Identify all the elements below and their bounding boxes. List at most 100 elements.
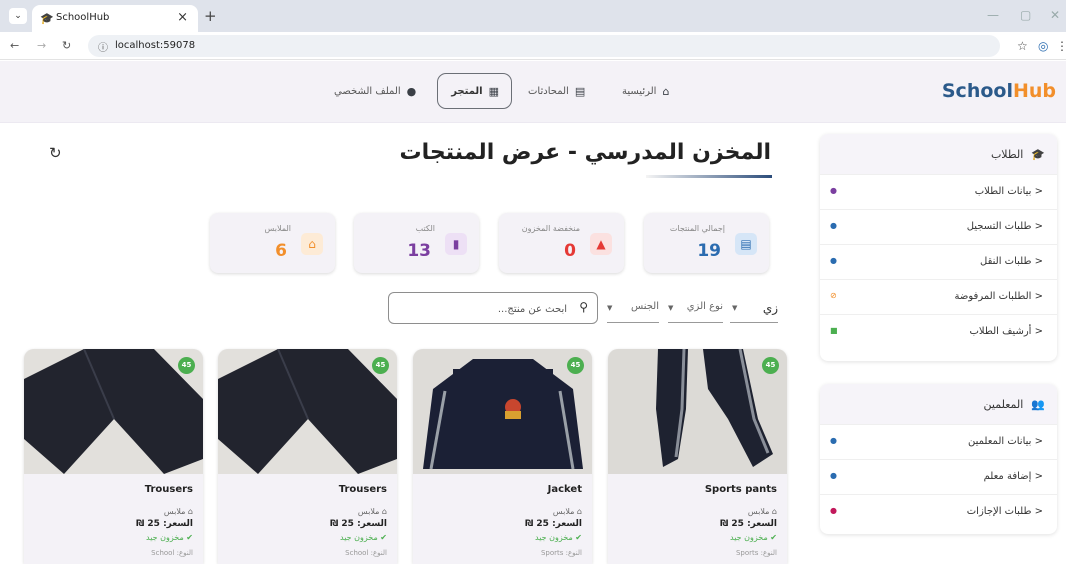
product-type: النوع: School [345,549,387,557]
reload-icon[interactable]: ↻ [62,39,71,52]
app-logo[interactable]: SchoolHub [942,80,1056,102]
person-add-icon: ● [830,221,837,230]
nav-store[interactable]: ▦ المتجر [437,73,512,109]
sidebar-students-header[interactable]: 🎓 الطلاب [820,134,1057,174]
restore-icon[interactable]: ▢ [1020,8,1031,22]
browser-tab[interactable]: 🎓 SchoolHub × [32,5,198,32]
sidebar-item-students-data[interactable]: < بيانات الطلاب ● [820,174,1057,209]
product-stock-status: ✔ مخزون جيد [730,533,777,542]
sidebar-item-registration-requests[interactable]: < طلبات التسجيل ● [820,209,1057,244]
check-circle-icon: ✔ [575,533,582,542]
profile-icon[interactable]: ◎ [1038,39,1048,53]
back-icon[interactable]: ← [10,39,19,52]
product-image: 45 [24,349,203,474]
url-field[interactable]: ⓘ localhost:59078 [88,35,1000,57]
product-name: Jacket [547,484,582,495]
store-icon: ▦ [488,84,499,98]
hanger-icon: ⌂ [301,233,323,255]
stat-low-stock: ▲ منخفضة المخزون 0 [499,213,624,273]
product-card[interactable]: 45 Sports pants ⌂ ملابس السعر: 25 ₪ ✔ مخ… [608,349,787,564]
nav-chats[interactable]: ▤ المحادثات [516,73,597,109]
refresh-icon[interactable]: ↻ [49,144,62,162]
product-image: 45 [218,349,397,474]
stock-count-badge: 45 [178,357,195,374]
page-title: المخزن المدرسي - عرض المنتجات [399,140,772,165]
product-name: Trousers [144,484,193,495]
check-circle-icon: ✔ [186,533,193,542]
minimize-icon[interactable]: — [987,8,999,22]
product-stock-status: ✔ مخزون جيد [340,533,387,542]
transfer-icon: ● [830,256,837,265]
sidebar-item-transfer-requests[interactable]: < طلبات النقل ● [820,244,1057,279]
sidebar-item-leave-requests[interactable]: < طلبات الإجازات ● [820,494,1057,529]
schoolhub-favicon-icon: 🎓 [40,12,54,25]
search-input[interactable] [397,300,567,318]
sidebar-item-add-teacher[interactable]: < إضافة معلم ● [820,459,1057,494]
product-image: 45 [413,349,592,474]
check-circle-icon: ✔ [380,533,387,542]
site-info-icon[interactable]: ⓘ [98,39,108,54]
person-add-icon: ● [830,471,837,480]
product-type: النوع: School [151,549,193,557]
new-tab-icon[interactable]: + [204,7,217,25]
product-card[interactable]: 45 Jacket ⌂ ملابس السعر: 25 ₪ ✔ مخزون جي… [413,349,592,564]
uniform-type-select[interactable]: نوع الزي ▼ [668,301,723,323]
product-name: Trousers [338,484,387,495]
product-card[interactable]: 45 Trousers ⌂ ملابس السعر: 25 ₪ ✔ مخزون … [24,349,203,564]
product-image: 45 [608,349,787,474]
stat-clothes: ⌂ الملابس 6 [210,213,335,273]
leave-icon: ● [830,506,837,515]
close-window-icon[interactable]: ✕ [1050,8,1060,22]
people-icon: 👥 [1031,397,1045,411]
chat-icon: ▤ [574,84,586,98]
sidebar-teachers-header[interactable]: 👥 المعلمين [820,384,1057,424]
product-type: النوع: Sports [735,549,777,557]
product-card[interactable]: 45 Trousers ⌂ ملابس السعر: 25 ₪ ✔ مخزون … [218,349,397,564]
product-category: ⌂ ملابس [163,507,193,516]
browser-tab-strip: ⌄ 🎓 SchoolHub × + — ▢ ✕ [0,0,1066,32]
product-price: السعر: 25 ₪ [136,519,193,529]
gender-select[interactable]: الجنس ▼ [607,301,659,323]
app-navbar: SchoolHub ⌂ الرئيسية ▤ المحادثات ▦ المتج… [0,61,1066,123]
product-category: ⌂ ملابس [357,507,387,516]
teachers-icon: ● [830,436,837,445]
search-box[interactable]: ⚲ [388,292,598,324]
chevron-down-icon: ▼ [732,304,738,312]
inventory-box-icon: ▤ [735,233,757,255]
nav-profile[interactable]: ● الملف الشخصي [322,73,428,109]
uniform-select[interactable]: زي ▼ [730,301,778,323]
search-icon[interactable]: ⚲ [579,300,588,314]
hanger-icon: ⌂ [771,507,777,516]
sidebar-students: 🎓 الطلاب < بيانات الطلاب ● < طلبات التسج… [820,134,1057,361]
browser-menu-icon[interactable]: ⋮ [1056,39,1066,53]
stock-count-badge: 45 [762,357,779,374]
student-icon: ● [830,186,837,195]
title-underline [646,175,772,178]
chevron-down-icon: ▼ [607,304,613,312]
graduation-cap-icon: 🎓 [1031,147,1045,161]
sidebar-item-teachers-data[interactable]: < بيانات المعلمين ● [820,424,1057,459]
nav-home[interactable]: ⌂ الرئيسية [610,73,681,109]
book-icon: ▮ [445,233,467,255]
chevron-down-icon: ▼ [668,304,674,312]
sidebar-item-students-archive[interactable]: < أرشيف الطلاب ■ [820,314,1057,349]
product-price: السعر: 25 ₪ [330,519,387,529]
product-price: السعر: 25 ₪ [720,519,777,529]
hanger-icon: ⌂ [576,507,582,516]
tab-close-icon[interactable]: × [177,10,188,25]
home-icon: ⌂ [662,84,670,98]
product-category: ⌂ ملابس [552,507,582,516]
warning-icon: ▲ [590,233,612,255]
sidebar-item-rejected-requests[interactable]: < الطلبات المرفوضة ⊘ [820,279,1057,314]
check-circle-icon: ✔ [770,533,777,542]
product-stock-status: ✔ مخزون جيد [146,533,193,542]
stat-total-products: ▤ إجمالي المنتجات 19 [644,213,769,273]
stat-books: ▮ الكتب 13 [354,213,479,273]
bookmark-star-icon[interactable]: ☆ [1017,39,1028,53]
tab-search-chevron-icon[interactable]: ⌄ [9,8,27,24]
person-icon: ● [406,84,417,98]
hanger-icon: ⌂ [187,507,193,516]
tab-title: SchoolHub [56,12,110,23]
address-bar: ← → ↻ ⓘ localhost:59078 ☆ ◎ ⋮ [0,32,1066,60]
forward-icon[interactable]: → [37,39,46,52]
